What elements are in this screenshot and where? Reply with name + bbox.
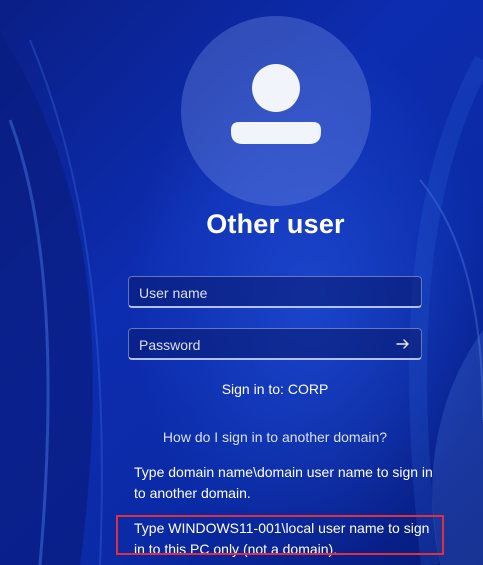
password-field[interactable]: Password xyxy=(128,328,422,360)
domain-signin-tip: Type domain name\domain user name to sig… xyxy=(134,464,433,501)
arrow-right-icon[interactable] xyxy=(395,336,411,352)
highlight-box xyxy=(116,515,444,555)
username-placeholder: User name xyxy=(139,285,208,301)
password-placeholder: Password xyxy=(139,337,201,353)
person-icon xyxy=(231,64,321,144)
sign-in-target: Sign in to: CORP xyxy=(221,381,329,397)
other-domain-help-link[interactable]: How do I sign in to another domain? xyxy=(128,429,422,445)
user-title: Other user xyxy=(206,209,345,239)
username-field[interactable]: User name xyxy=(128,276,422,308)
user-avatar xyxy=(181,16,371,206)
